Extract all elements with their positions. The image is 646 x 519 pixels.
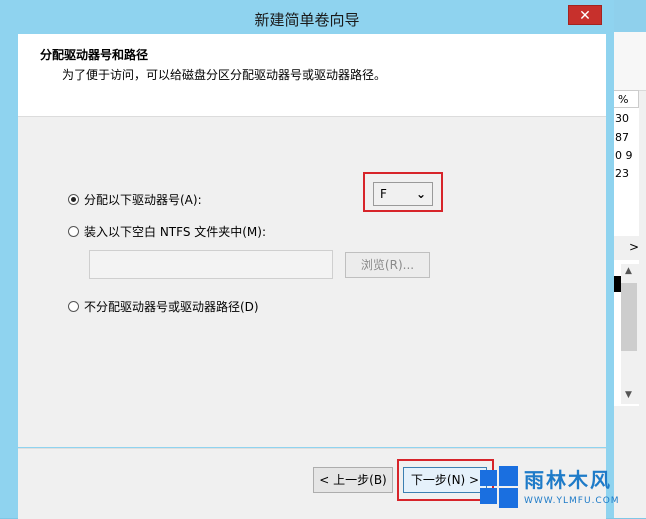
- scroll-up-icon[interactable]: ▲: [625, 266, 632, 276]
- wizard-body: [18, 117, 606, 447]
- list-item: 87: [615, 131, 629, 144]
- chevron-down-icon: ⌄: [415, 187, 426, 201]
- watermark-text: 雨林木风: [524, 468, 612, 492]
- radio-selected-icon: [68, 194, 79, 205]
- drive-letter-value: F: [380, 187, 387, 201]
- browse-button[interactable]: 浏览(R)...: [345, 252, 430, 278]
- mount-folder-label: 装入以下空白 NTFS 文件夹中(M):: [84, 225, 267, 239]
- back-button[interactable]: < 上一步(B): [313, 467, 393, 493]
- watermark-url: WWW.YLMFU.COM: [524, 496, 620, 506]
- drive-letter-select[interactable]: F ⌄: [373, 182, 433, 206]
- disk-bar: [613, 276, 621, 292]
- list-item: 23: [615, 167, 629, 180]
- window-title: 新建简单卷向导: [254, 11, 360, 29]
- scroll-right-icon[interactable]: >: [613, 238, 639, 256]
- no-assign-radio[interactable]: 不分配驱动器号或驱动器路径(D): [68, 298, 259, 315]
- list-item: 0 9: [615, 149, 633, 162]
- wizard-header: 分配驱动器号和路径 为了便于访问，可以给磁盘分区分配驱动器号或驱动器路径。: [18, 34, 606, 117]
- scrollbar-thumb[interactable]: [621, 283, 637, 351]
- windows-logo-icon: [480, 466, 518, 508]
- next-button[interactable]: 下一步(N) >: [403, 467, 487, 493]
- no-assign-label: 不分配驱动器号或驱动器路径(D): [84, 300, 259, 314]
- title-bar[interactable]: 新建简单卷向导 ✕: [0, 0, 614, 34]
- radio-unselected-icon: [68, 301, 79, 312]
- assign-letter-radio[interactable]: 分配以下驱动器号(A):: [68, 191, 202, 208]
- close-button[interactable]: ✕: [568, 5, 602, 25]
- list-item: 30: [615, 112, 629, 125]
- page-subtitle: 为了便于访问，可以给磁盘分区分配驱动器号或驱动器路径。: [62, 68, 387, 82]
- page-title: 分配驱动器号和路径: [40, 48, 149, 62]
- mount-folder-radio[interactable]: 装入以下空白 NTFS 文件夹中(M):: [68, 223, 266, 240]
- percent-column-header[interactable]: %: [613, 90, 639, 108]
- new-simple-volume-wizard: 新建简单卷向导 ✕ 分配驱动器号和路径 为了便于访问，可以给磁盘分区分配驱动器号…: [0, 0, 614, 519]
- watermark: 雨林木风 WWW.YLMFU.COM: [480, 456, 640, 518]
- assign-letter-label: 分配以下驱动器号(A):: [84, 193, 202, 207]
- folder-path-input[interactable]: [89, 250, 333, 279]
- scroll-down-icon[interactable]: ▼: [625, 390, 632, 400]
- radio-unselected-icon: [68, 226, 79, 237]
